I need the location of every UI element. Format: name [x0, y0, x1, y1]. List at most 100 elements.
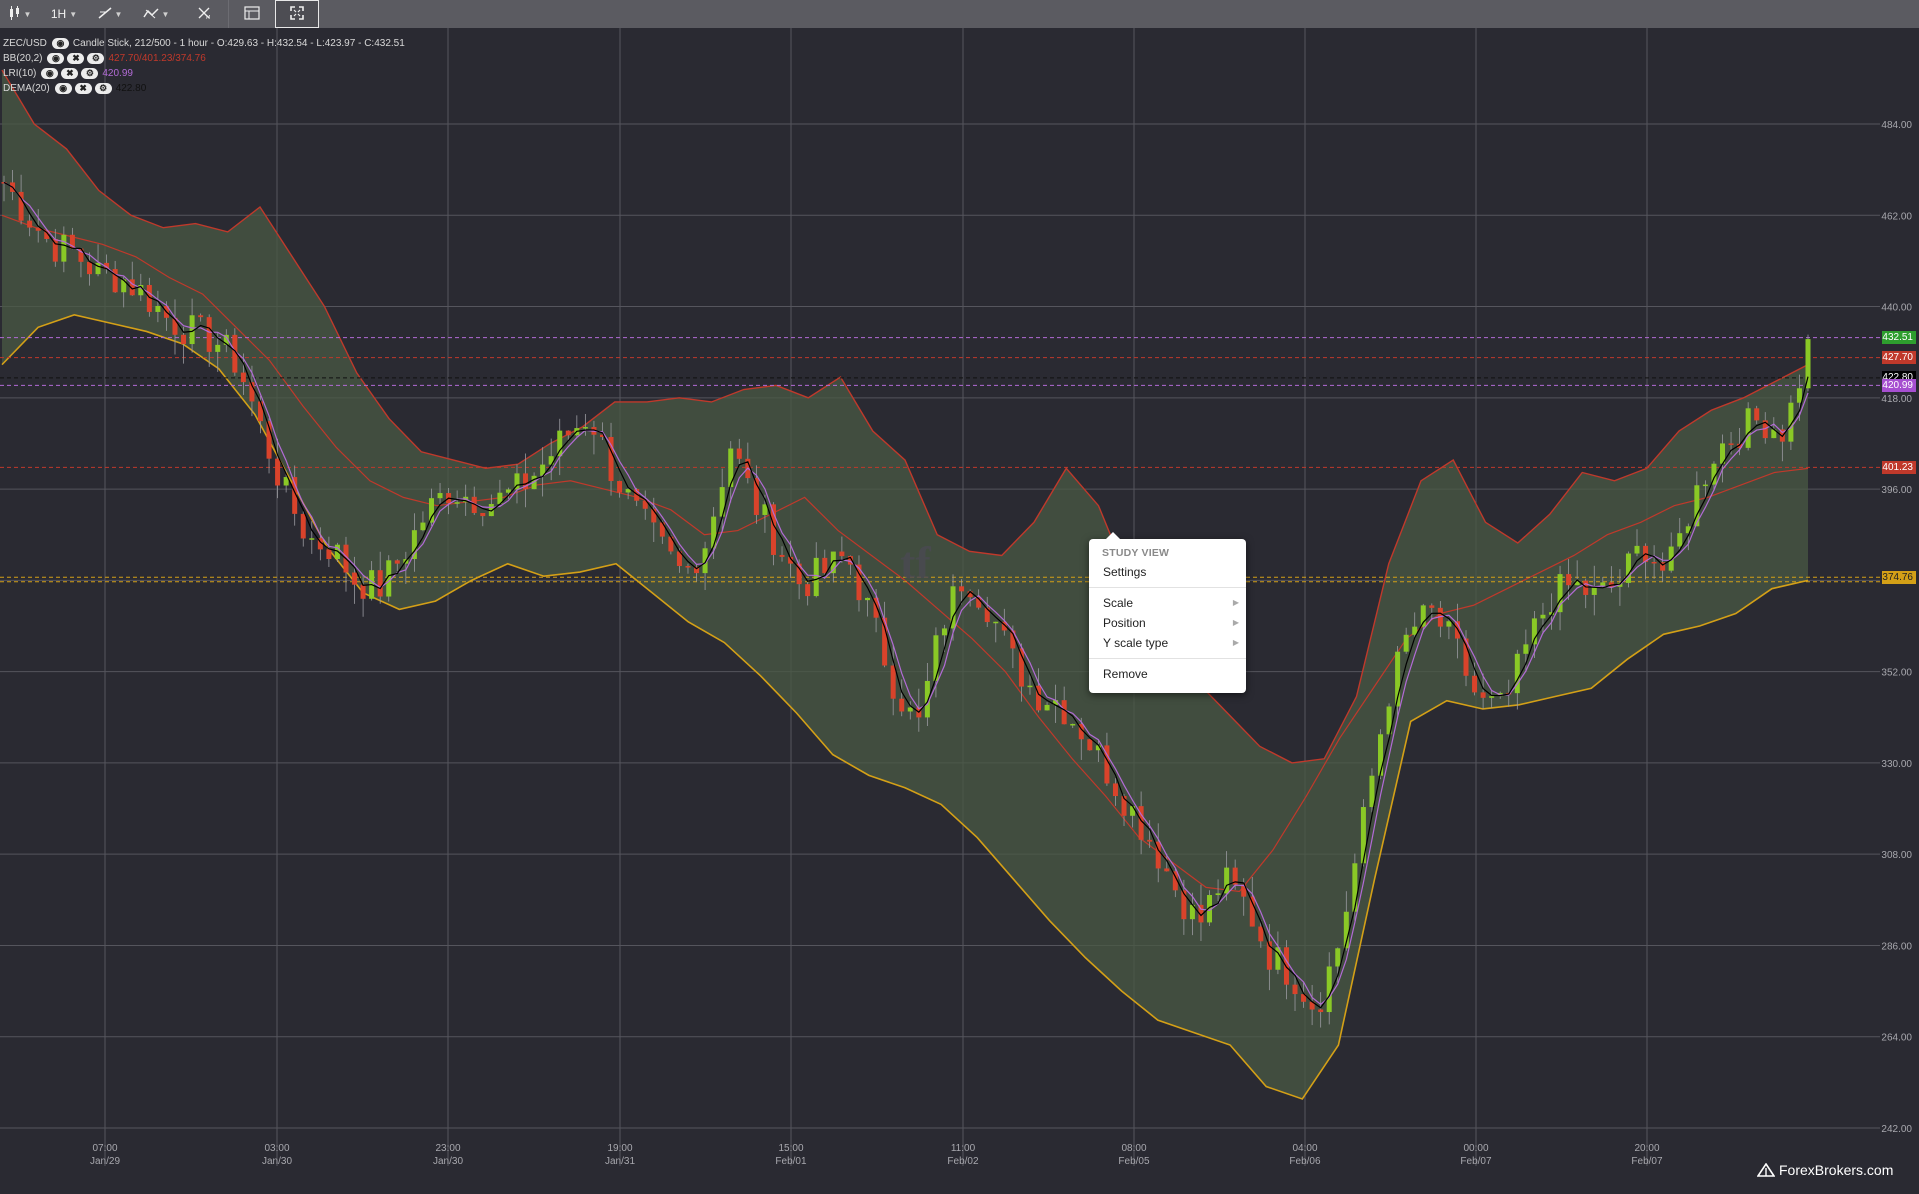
candle-body [420, 522, 426, 531]
x-tick-time: 03:00 [264, 1143, 289, 1154]
menu-item-label: Position [1103, 616, 1146, 630]
brand-logo: ForexBrokers.com [1757, 1162, 1893, 1178]
candle-body [608, 436, 614, 482]
candle-body [1061, 700, 1067, 725]
candle-body [1044, 704, 1050, 711]
candle-body [181, 334, 187, 345]
candle-body [1027, 685, 1033, 688]
gear-icon[interactable]: ⚙ [87, 53, 105, 64]
candle-body [1557, 574, 1563, 613]
candlestick-icon [9, 5, 21, 23]
brand-icon [1757, 1163, 1775, 1177]
menu-item-settings[interactable]: Settings [1089, 562, 1246, 582]
menu-item-scale[interactable]: Scale ▶ [1089, 593, 1246, 613]
candle-body [890, 665, 896, 699]
candle-body [865, 597, 871, 601]
y-tick-label: 308.00 [1881, 850, 1912, 861]
candle-body [1070, 723, 1076, 726]
candle-body [582, 427, 588, 429]
candle-body [240, 372, 246, 383]
x-tick-time: 23:00 [435, 1143, 460, 1154]
x-tick-date: Jan/31 [605, 1156, 635, 1167]
drawing-tools-button[interactable]: ▼ [88, 0, 132, 28]
y-tick-label: 440.00 [1881, 303, 1912, 314]
y-tick-label: 242.00 [1881, 1124, 1912, 1135]
fullscreen-icon [290, 5, 304, 23]
candle-body [61, 234, 67, 262]
close-icon[interactable]: ✖ [61, 68, 79, 79]
candle-body [685, 566, 691, 568]
x-tick-time: 04:00 [1292, 1143, 1317, 1154]
menu-item-y-scale-type[interactable]: Y scale type ▶ [1089, 633, 1246, 653]
x-tick-time: 00:00 [1463, 1143, 1488, 1154]
menu-item-label: Remove [1103, 667, 1148, 681]
x-tick-date: Feb/05 [1118, 1156, 1150, 1167]
x-tick-date: Feb/07 [1631, 1156, 1663, 1167]
price-tag: 420.99 [1882, 378, 1916, 392]
y-tick-label: 286.00 [1881, 941, 1912, 952]
eye-icon[interactable]: ◉ [47, 53, 65, 64]
candle-body [736, 448, 742, 459]
fullscreen-button[interactable] [275, 0, 319, 28]
chart-type-button[interactable]: ▼ [0, 0, 40, 28]
candle-body [1215, 893, 1221, 896]
candle-body [1147, 839, 1153, 842]
symbol-name: ZEC/USD [3, 38, 47, 49]
gear-icon[interactable]: ⚙ [81, 68, 99, 79]
menu-item-label: Y scale type [1103, 636, 1169, 650]
candle-body [454, 502, 460, 504]
close-icon[interactable]: ✖ [67, 53, 85, 64]
menu-item-label: Scale [1103, 596, 1134, 610]
interval-button[interactable]: 1H ▼ [40, 0, 88, 28]
study-name: BB(20,2) [3, 53, 43, 64]
candle-body [1523, 644, 1529, 654]
close-icon[interactable]: ✖ [74, 83, 92, 94]
candle-body [1480, 692, 1486, 698]
candle-body [933, 635, 939, 681]
chevron-down-icon: ▼ [69, 9, 78, 19]
gear-icon[interactable]: ⚙ [94, 83, 112, 94]
menu-item-position[interactable]: Position ▶ [1089, 613, 1246, 633]
x-tick-time: 15:00 [778, 1143, 803, 1154]
candle-body [1378, 734, 1384, 776]
candle-body [1489, 696, 1495, 698]
candle-body [215, 344, 221, 352]
candle-body [300, 513, 306, 539]
study-values: 422.80 [115, 83, 147, 94]
crosshair-button[interactable]: M [180, 0, 228, 28]
candle-body [1335, 948, 1341, 967]
menu-item-label: Settings [1103, 565, 1147, 579]
candle-body [1112, 783, 1118, 797]
candle-body [1472, 675, 1478, 693]
menu-divider [1089, 587, 1246, 588]
candle-body [1326, 966, 1332, 1013]
indicators-button[interactable]: ▼ [132, 0, 180, 28]
eye-icon[interactable]: ◉ [51, 38, 69, 49]
candle-body [360, 584, 366, 599]
eye-icon[interactable]: ◉ [41, 68, 59, 79]
price-tag: 427.70 [1882, 351, 1916, 365]
candle-body [437, 493, 443, 499]
study-name: LRI(10) [3, 68, 37, 79]
candle-body [1283, 947, 1289, 985]
y-tick-label: 396.00 [1881, 485, 1912, 496]
chevron-right-icon: ▶ [1232, 618, 1239, 627]
candle-body [480, 512, 486, 517]
brand-text: ForexBrokers.com [1779, 1162, 1894, 1178]
candle-body [1292, 984, 1298, 995]
y-tick-label: 352.00 [1881, 668, 1912, 679]
chevron-down-icon: ▼ [161, 9, 170, 19]
price-tag: 401.23 [1882, 460, 1916, 474]
candle-body [1651, 561, 1657, 564]
menu-item-remove[interactable]: Remove [1089, 664, 1246, 684]
eye-icon[interactable]: ◉ [54, 83, 72, 94]
study-name: DEMA(20) [3, 83, 50, 94]
x-tick-date: Jan/30 [433, 1156, 463, 1167]
candle-body [565, 430, 571, 436]
x-tick-date: Jan/29 [90, 1156, 120, 1167]
x-tick-date: Feb/07 [1460, 1156, 1492, 1167]
price-chart[interactable]: 484.00 462.00 440.00 418.00 396.00 352.00 330.… [0, 28, 1919, 1194]
study-values: 420.99 [102, 68, 133, 79]
candle-body [1258, 926, 1264, 942]
layout-button[interactable] [229, 0, 275, 28]
